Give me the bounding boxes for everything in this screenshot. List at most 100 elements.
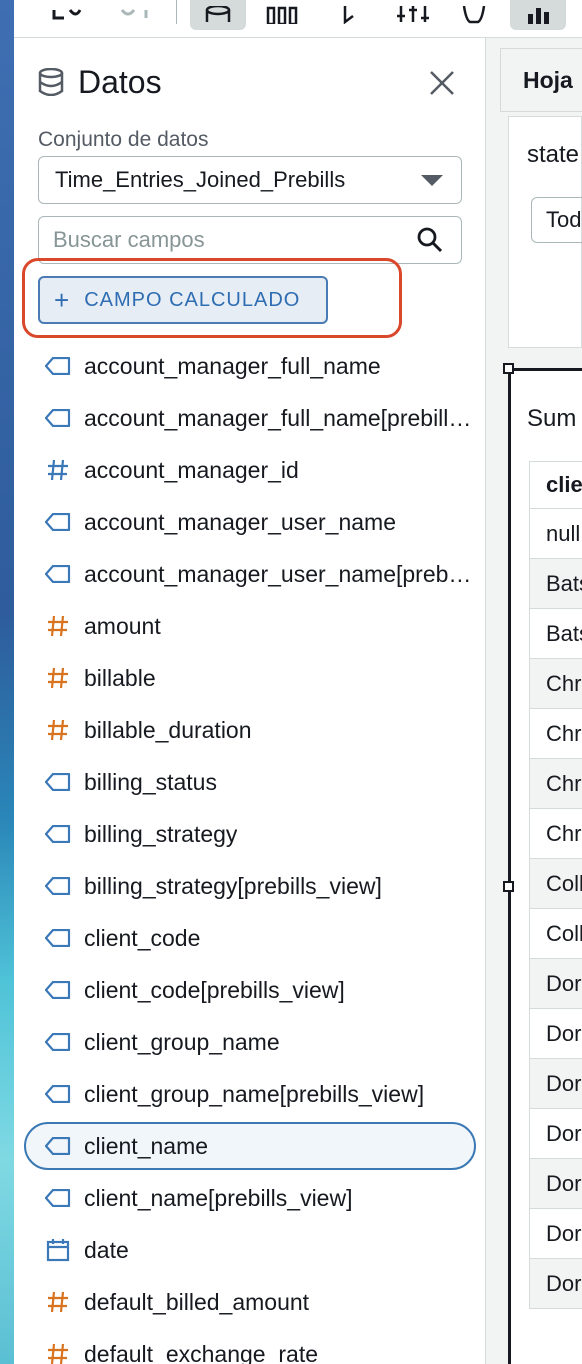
field-item[interactable]: billable_duration	[14, 704, 485, 756]
field-item[interactable]: date	[14, 1224, 485, 1276]
field-item[interactable]: account_manager_user_name	[14, 496, 485, 548]
field-item[interactable]: client_group_name	[14, 1016, 485, 1068]
caret-down-icon	[421, 175, 443, 186]
field-name: billable	[84, 664, 156, 691]
table-row[interactable]: Coll	[529, 859, 582, 909]
sheet-area: Hoja state Tod Sum clie nullBatsBatsChrC…	[486, 38, 582, 1364]
field-item[interactable]: billing_status	[14, 756, 485, 808]
field-name: account_manager_full_name[prebills_view]	[84, 404, 474, 431]
data-table: clie nullBatsBatsChrChrChrChrCollCollDor…	[529, 461, 582, 1309]
field-name: billing_status	[84, 768, 217, 795]
table-visual[interactable]: Sum clie nullBatsBatsChrChrChrChrCollCol…	[508, 368, 582, 1364]
field-name: account_manager_full_name	[84, 352, 381, 379]
string-field-icon	[44, 1028, 72, 1056]
field-name: account_manager_user_name	[84, 508, 396, 535]
panel-title: Datos	[78, 63, 162, 100]
field-name: client_code	[84, 924, 201, 951]
string-field-icon	[44, 352, 72, 380]
close-icon[interactable]	[429, 70, 455, 96]
stories-icon[interactable]	[334, 0, 364, 30]
properties-chart-icon[interactable]	[510, 0, 566, 30]
table-row[interactable]: Bats	[529, 559, 582, 609]
filter-control: state Tod	[508, 116, 582, 348]
redo-icon[interactable]	[114, 0, 154, 30]
field-item[interactable]: client_code	[14, 912, 485, 964]
visuals-icon[interactable]	[262, 0, 302, 30]
field-name: client_name	[84, 1132, 209, 1159]
string-field-icon	[44, 768, 72, 796]
top-toolbar	[14, 0, 582, 38]
string-field-icon	[44, 1132, 72, 1160]
calendar-icon	[44, 1236, 72, 1264]
field-item[interactable]: billing_strategy	[14, 808, 485, 860]
undo-icon[interactable]	[48, 0, 88, 30]
field-name: billing_strategy[prebills_view]	[84, 872, 382, 899]
string-field-icon	[44, 872, 72, 900]
table-row[interactable]: Chr	[529, 759, 582, 809]
add-calculated-field-button[interactable]: + CAMPO CALCULADO	[38, 276, 328, 324]
dataset-select[interactable]: Time_Entries_Joined_Prebills	[38, 156, 462, 204]
sheet-tab[interactable]: Hoja	[500, 48, 582, 112]
measure-hash-icon	[44, 1288, 72, 1316]
string-field-icon	[44, 1080, 72, 1108]
field-item[interactable]: account_manager_id	[14, 444, 485, 496]
table-row[interactable]: Chr	[529, 809, 582, 859]
panel-header: Datos	[38, 64, 162, 100]
search-input[interactable]	[53, 225, 403, 255]
control-dropdown[interactable]: Tod	[531, 197, 582, 243]
table-row[interactable]: Chr	[529, 659, 582, 709]
data-panel: Datos Conjunto de datos Time_Entries_Joi…	[14, 38, 486, 1364]
filter-sliders-icon[interactable]	[394, 0, 434, 30]
field-item[interactable]: account_manager_full_name	[14, 340, 485, 392]
field-item[interactable]: account_manager_full_name[prebills_view]	[14, 392, 485, 444]
field-list: account_manager_full_name account_manager…	[14, 340, 485, 1364]
dimension-hash-icon	[44, 456, 72, 484]
table-row[interactable]: Dor	[529, 1159, 582, 1209]
table-row[interactable]: Bats	[529, 609, 582, 659]
search-field[interactable]	[38, 216, 462, 264]
field-item[interactable]: client_code[prebills_view]	[14, 964, 485, 1016]
string-field-icon	[44, 820, 72, 848]
field-item[interactable]: account_manager_user_name[prebills_view]	[14, 548, 485, 600]
field-item[interactable]: client_group_name[prebills_view]	[14, 1068, 485, 1120]
field-name: billable_duration	[84, 716, 252, 743]
field-item[interactable]: client_name	[14, 1120, 485, 1172]
field-name: account_manager_user_name[prebills_view]	[84, 560, 474, 587]
string-field-icon	[44, 924, 72, 952]
table-row[interactable]: Dor	[529, 1209, 582, 1259]
table-header-cell[interactable]: clie	[529, 461, 582, 509]
field-name: default_exchange_rate	[84, 1340, 319, 1364]
string-field-icon	[44, 560, 72, 588]
table-row[interactable]: Coll	[529, 909, 582, 959]
measure-hash-icon	[44, 1340, 72, 1364]
field-name: amount	[84, 612, 161, 639]
calculated-field-label: CAMPO CALCULADO	[84, 288, 301, 311]
control-title: state	[527, 141, 580, 168]
field-name: date	[84, 1236, 129, 1263]
field-name: client_name[prebills_view]	[84, 1184, 353, 1211]
field-item[interactable]: billing_strategy[prebills_view]	[14, 860, 485, 912]
toolbar-divider	[176, 0, 177, 24]
insights-lightbulb-icon[interactable]	[454, 0, 494, 30]
field-name: client_group_name[prebills_view]	[84, 1080, 425, 1107]
field-item[interactable]: default_billed_amount	[14, 1276, 485, 1328]
desktop-wallpaper	[0, 0, 14, 1364]
table-row[interactable]: Dor	[529, 959, 582, 1009]
resize-handle[interactable]	[503, 881, 514, 892]
field-item[interactable]: billable	[14, 652, 485, 704]
field-item[interactable]: default_exchange_rate	[14, 1328, 485, 1364]
string-field-icon	[44, 508, 72, 536]
field-name: billing_strategy	[84, 820, 238, 847]
table-row[interactable]: Dor	[529, 1009, 582, 1059]
field-item[interactable]: amount	[14, 600, 485, 652]
table-row[interactable]: Chr	[529, 709, 582, 759]
resize-handle[interactable]	[503, 363, 514, 374]
plus-icon: +	[54, 285, 71, 315]
data-panel-toolbar-button[interactable]	[190, 0, 246, 30]
field-item[interactable]: client_name[prebills_view]	[14, 1172, 485, 1224]
table-row[interactable]: Dor	[529, 1059, 582, 1109]
table-row[interactable]: Dor	[529, 1109, 582, 1159]
table-row[interactable]: Dor	[529, 1259, 582, 1309]
search-icon[interactable]	[417, 227, 443, 253]
table-row[interactable]: null	[529, 509, 582, 559]
